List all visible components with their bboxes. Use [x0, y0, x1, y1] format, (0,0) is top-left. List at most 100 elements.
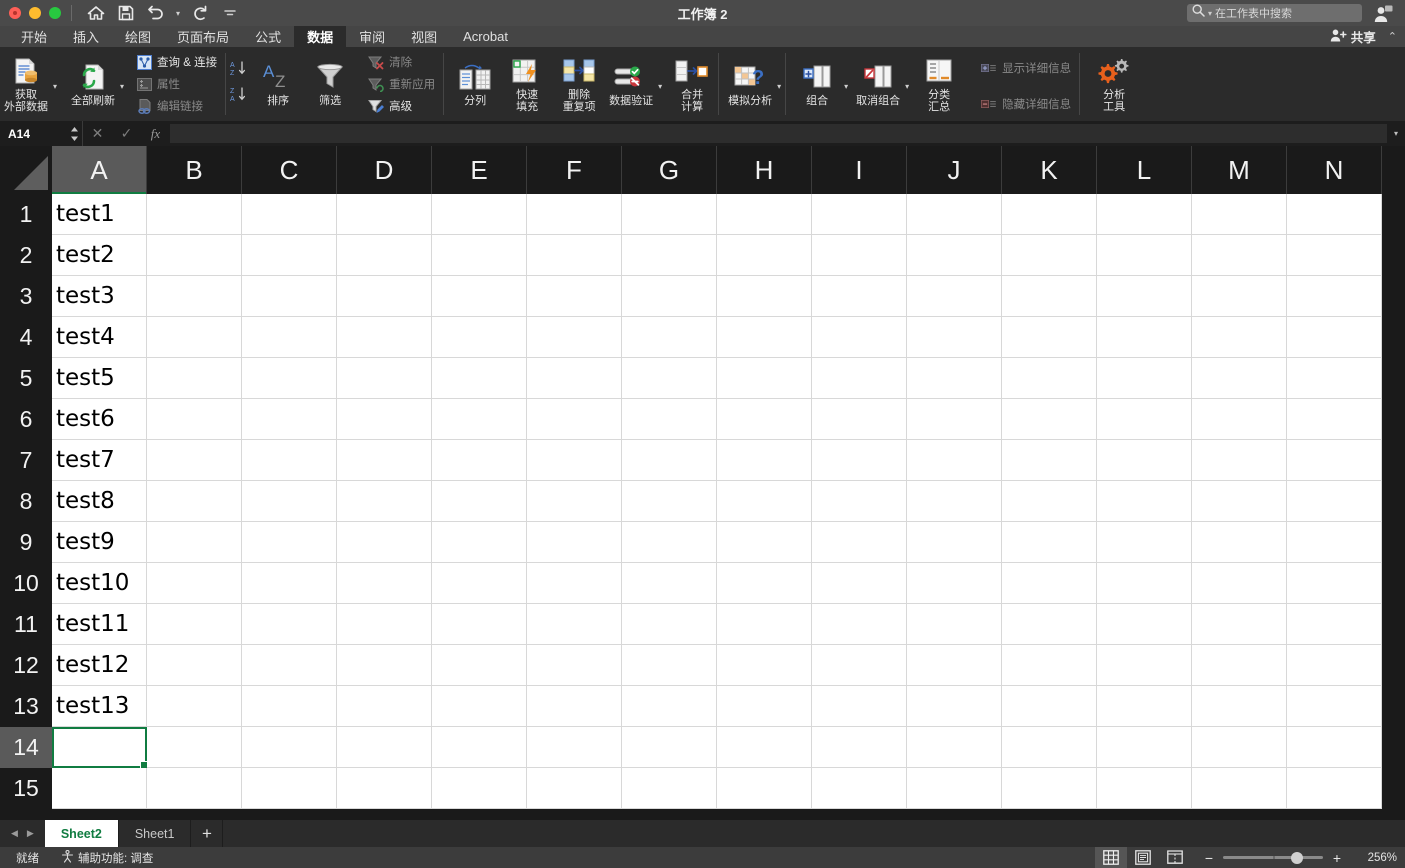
- cell-n1[interactable]: [1287, 194, 1382, 235]
- cell-d6[interactable]: [337, 399, 432, 440]
- home-icon[interactable]: [82, 1, 110, 25]
- check-icon[interactable]: ✓: [112, 121, 141, 146]
- cell-d3[interactable]: [337, 276, 432, 317]
- cell-d11[interactable]: [337, 604, 432, 645]
- cell-e2[interactable]: [432, 235, 527, 276]
- cell-d7[interactable]: [337, 440, 432, 481]
- zoom-in-button[interactable]: +: [1331, 850, 1343, 866]
- cell-h15[interactable]: [717, 768, 812, 809]
- cell-h2[interactable]: [717, 235, 812, 276]
- undo-icon[interactable]: [142, 1, 170, 25]
- chevron-up-icon[interactable]: ⌃: [1388, 30, 1397, 43]
- cell-e6[interactable]: [432, 399, 527, 440]
- cell-c10[interactable]: [242, 563, 337, 604]
- cell-k1[interactable]: [1002, 194, 1097, 235]
- cell-a13[interactable]: test13: [52, 686, 147, 727]
- cell-b13[interactable]: [147, 686, 242, 727]
- cell-n13[interactable]: [1287, 686, 1382, 727]
- cell-g13[interactable]: [622, 686, 717, 727]
- cell-m13[interactable]: [1192, 686, 1287, 727]
- cell-d15[interactable]: [337, 768, 432, 809]
- analysis-tools-button[interactable]: 分析 工具: [1085, 50, 1143, 118]
- show-detail-button[interactable]: 显示详细信息: [977, 58, 1075, 79]
- name-box-spinner[interactable]: [66, 126, 82, 142]
- cell-f11[interactable]: [527, 604, 622, 645]
- cell-m8[interactable]: [1192, 481, 1287, 522]
- column-header-e[interactable]: E: [432, 146, 527, 194]
- cell-j15[interactable]: [907, 768, 1002, 809]
- cell-b7[interactable]: [147, 440, 242, 481]
- cell-c1[interactable]: [242, 194, 337, 235]
- sheet-tab-sheet2[interactable]: Sheet2: [44, 820, 119, 847]
- cell-n3[interactable]: [1287, 276, 1382, 317]
- row-header-8[interactable]: 8: [0, 481, 52, 522]
- cell-m6[interactable]: [1192, 399, 1287, 440]
- cell-k8[interactable]: [1002, 481, 1097, 522]
- cell-k5[interactable]: [1002, 358, 1097, 399]
- cell-j4[interactable]: [907, 317, 1002, 358]
- cancel-icon[interactable]: ✕: [83, 121, 112, 146]
- flash-fill-button[interactable]: 快速 填充: [501, 50, 553, 118]
- cell-k4[interactable]: [1002, 317, 1097, 358]
- cell-g12[interactable]: [622, 645, 717, 686]
- cell-c7[interactable]: [242, 440, 337, 481]
- row-header-6[interactable]: 6: [0, 399, 52, 440]
- cell-i2[interactable]: [812, 235, 907, 276]
- cell-h11[interactable]: [717, 604, 812, 645]
- cell-f4[interactable]: [527, 317, 622, 358]
- cell-m15[interactable]: [1192, 768, 1287, 809]
- column-header-j[interactable]: J: [907, 146, 1002, 194]
- group-dropdown-icon[interactable]: ▾: [843, 82, 852, 91]
- consolidate-button[interactable]: 合并 计算: [666, 50, 718, 118]
- grid-view-icon[interactable]: [1095, 847, 1127, 868]
- cell-l7[interactable]: [1097, 440, 1192, 481]
- plus-icon[interactable]: +: [191, 820, 224, 847]
- cell-h7[interactable]: [717, 440, 812, 481]
- cell-i8[interactable]: [812, 481, 907, 522]
- column-header-c[interactable]: C: [242, 146, 337, 194]
- cell-k7[interactable]: [1002, 440, 1097, 481]
- cell-i10[interactable]: [812, 563, 907, 604]
- cell-f10[interactable]: [527, 563, 622, 604]
- page-break-icon[interactable]: [1159, 847, 1191, 868]
- cell-i15[interactable]: [812, 768, 907, 809]
- maximize-window-button[interactable]: [49, 7, 61, 19]
- cell-f9[interactable]: [527, 522, 622, 563]
- cell-j7[interactable]: [907, 440, 1002, 481]
- cell-g4[interactable]: [622, 317, 717, 358]
- cell-g14[interactable]: [622, 727, 717, 768]
- cell-g9[interactable]: [622, 522, 717, 563]
- cell-e15[interactable]: [432, 768, 527, 809]
- cell-n5[interactable]: [1287, 358, 1382, 399]
- cell-n15[interactable]: [1287, 768, 1382, 809]
- cell-g6[interactable]: [622, 399, 717, 440]
- cell-b1[interactable]: [147, 194, 242, 235]
- cell-g1[interactable]: [622, 194, 717, 235]
- row-header-13[interactable]: 13: [0, 686, 52, 727]
- cell-h8[interactable]: [717, 481, 812, 522]
- cell-f15[interactable]: [527, 768, 622, 809]
- cell-l11[interactable]: [1097, 604, 1192, 645]
- cell-l12[interactable]: [1097, 645, 1192, 686]
- cell-f2[interactable]: [527, 235, 622, 276]
- what-if-dropdown-icon[interactable]: ▾: [776, 82, 785, 91]
- cell-k14[interactable]: [1002, 727, 1097, 768]
- cell-c13[interactable]: [242, 686, 337, 727]
- edit-links-button[interactable]: 编辑链接: [132, 96, 221, 117]
- cell-a10[interactable]: test10: [52, 563, 147, 604]
- cell-g10[interactable]: [622, 563, 717, 604]
- cell-k3[interactable]: [1002, 276, 1097, 317]
- row-header-7[interactable]: 7: [0, 440, 52, 481]
- cell-m12[interactable]: [1192, 645, 1287, 686]
- cell-b11[interactable]: [147, 604, 242, 645]
- formula-input[interactable]: [170, 124, 1387, 143]
- cell-a15[interactable]: [52, 768, 147, 809]
- cell-l3[interactable]: [1097, 276, 1192, 317]
- filter-button[interactable]: 筛选: [304, 50, 356, 118]
- cell-h3[interactable]: [717, 276, 812, 317]
- triangle-right-icon[interactable]: ▶: [27, 828, 34, 839]
- cell-m14[interactable]: [1192, 727, 1287, 768]
- cell-a1[interactable]: test1: [52, 194, 147, 235]
- cell-j3[interactable]: [907, 276, 1002, 317]
- cell-b6[interactable]: [147, 399, 242, 440]
